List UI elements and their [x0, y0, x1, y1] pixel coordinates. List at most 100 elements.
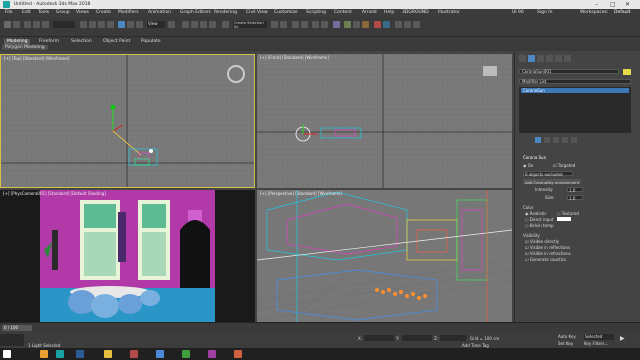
undo-icon[interactable]: [4, 21, 11, 28]
link-icon[interactable]: [24, 21, 31, 28]
pivot-icon[interactable]: [168, 21, 175, 28]
workspace-dropdown[interactable]: Default: [614, 10, 630, 15]
remove-modifier-icon[interactable]: [562, 137, 568, 143]
material-editor-icon[interactable]: [333, 21, 340, 28]
key-filters-button[interactable]: Key Filters...: [584, 341, 608, 346]
tab-object-paint[interactable]: Object Paint: [100, 39, 133, 45]
menu-edit[interactable]: Edit: [22, 10, 31, 15]
schematic-view-icon[interactable]: [321, 21, 328, 28]
menu-graph-editors[interactable]: Graph Editors: [180, 10, 211, 15]
spinner-snap-icon[interactable]: [209, 21, 216, 28]
stack-item-coronasun[interactable]: CoronaSun: [521, 88, 629, 93]
menu-modifiers[interactable]: Modifiers: [118, 10, 139, 15]
menu-scripting[interactable]: Scripting: [306, 10, 326, 15]
rollout-title[interactable]: Corona Sun: [523, 155, 546, 160]
menu-3dground[interactable]: 3DGROUND: [402, 10, 429, 15]
vray-icon[interactable]: [383, 21, 390, 28]
color-textured-radio[interactable]: ○ Textured: [557, 211, 579, 216]
configure-sets-icon[interactable]: [571, 137, 577, 143]
generate-caustics-checkbox[interactable]: ☐ Generate caustics: [525, 257, 566, 262]
start-icon[interactable]: [3, 350, 11, 358]
viewcube-icon[interactable]: [483, 66, 497, 76]
y-coord-field[interactable]: [402, 335, 432, 341]
viewport-label[interactable]: [+] [Front] [Standard] [Wireframe]: [260, 55, 329, 60]
viewport-label[interactable]: [+] [Top] [Standard] [Wireframe]: [4, 56, 69, 61]
render-production-icon[interactable]: [362, 21, 369, 28]
visible-refractions-checkbox[interactable]: ☑ Visible in refractions: [525, 251, 571, 256]
on-radio[interactable]: ◉ On: [523, 163, 533, 168]
motion-tab-icon[interactable]: [546, 55, 553, 62]
maxscript-listener[interactable]: [0, 334, 24, 346]
set-key-button[interactable]: Set Key: [558, 341, 573, 346]
rendered-frame-icon[interactable]: [353, 21, 360, 28]
sign-in-button[interactable]: Sign In: [537, 10, 552, 15]
menu-illustrator[interactable]: Illustrator: [438, 10, 460, 15]
menu-civil-view[interactable]: Civil View: [246, 10, 268, 15]
viewport-camera[interactable]: [+] [PhysCamera001] [Standard] [Default …: [0, 190, 255, 322]
visible-reflections-checkbox[interactable]: ☑ Visible in reflections: [525, 245, 570, 250]
bind-space-warp-icon[interactable]: [42, 21, 49, 28]
menu-file[interactable]: File: [5, 10, 13, 15]
timeline[interactable]: 0 / 100: [0, 322, 640, 332]
tab-selection[interactable]: Selection: [68, 39, 95, 45]
menu-rendering[interactable]: Rendering: [214, 10, 237, 15]
corona-task-icon[interactable]: [130, 350, 138, 358]
make-unique-icon[interactable]: [553, 137, 559, 143]
show-end-result-icon[interactable]: [544, 137, 550, 143]
app-task-icon[interactable]: [156, 350, 164, 358]
rotate-icon[interactable]: [127, 21, 134, 28]
direct-color-swatch[interactable]: [557, 217, 571, 221]
viewport-top[interactable]: [+] [Top] [Standard] [Wireframe]: [0, 54, 255, 188]
curve-editor-icon[interactable]: [312, 21, 319, 28]
maximize-button[interactable]: □: [610, 1, 616, 8]
menu-content[interactable]: Content: [334, 10, 352, 15]
intensity-spinner[interactable]: 1.0: [567, 187, 583, 193]
z-coord-field[interactable]: [440, 335, 466, 341]
create-tab-icon[interactable]: [519, 55, 526, 62]
display-tab-icon[interactable]: [555, 55, 562, 62]
app-task-icon[interactable]: [182, 350, 190, 358]
uv-icon[interactable]: [404, 21, 411, 28]
menu-help[interactable]: Help: [384, 10, 394, 15]
mapping-icon[interactable]: [413, 21, 420, 28]
render-setup-icon[interactable]: [344, 21, 351, 28]
angle-snap-icon[interactable]: [191, 21, 198, 28]
color-realistic-radio[interactable]: ◉ Realistic: [525, 211, 546, 216]
toggle-ribbon-icon[interactable]: [301, 21, 308, 28]
snaps-toggle-icon[interactable]: [182, 21, 189, 28]
window-crossing-icon[interactable]: [107, 21, 114, 28]
align-icon[interactable]: [280, 21, 287, 28]
add-sky-environment-button[interactable]: Add CoronaSky environment: [523, 179, 581, 185]
photoshop-icon[interactable]: [76, 350, 84, 358]
create-selection-set-dropdown[interactable]: Create Selection Se: [233, 21, 267, 29]
menu-group[interactable]: Group: [56, 10, 70, 15]
hierarchy-tab-icon[interactable]: [537, 55, 544, 62]
edit-named-selection-icon[interactable]: [222, 21, 229, 28]
menu-tools[interactable]: Tools: [38, 10, 49, 15]
color-kelvin-radio[interactable]: ○ Kelvin temp: [525, 223, 554, 228]
move-icon[interactable]: [118, 21, 125, 28]
explorer-icon[interactable]: [104, 350, 112, 358]
redo-icon[interactable]: [13, 21, 20, 28]
color-direct-radio[interactable]: ○ Direct input: [525, 217, 553, 222]
mirror-icon[interactable]: [271, 21, 278, 28]
object-color-swatch[interactable]: [623, 69, 631, 75]
menu-arnold[interactable]: Arnold: [362, 10, 377, 15]
size-spinner[interactable]: 1.0: [567, 195, 583, 201]
app-task-icon[interactable]: [208, 350, 216, 358]
reference-coord-dropdown[interactable]: View: [147, 21, 165, 28]
viewport-front[interactable]: [+] [Front] [Standard] [Wireframe]: [257, 54, 512, 188]
menu-create[interactable]: Create: [96, 10, 111, 15]
modify-tab-icon[interactable]: [528, 55, 535, 62]
play-button[interactable]: ▶: [620, 335, 625, 342]
auto-key-button[interactable]: Auto Key: [558, 334, 576, 339]
selection-filter-dropdown[interactable]: [53, 21, 75, 28]
scale-icon[interactable]: [136, 21, 143, 28]
menu-animation[interactable]: Animation: [148, 10, 171, 15]
select-by-name-icon[interactable]: [89, 21, 96, 28]
key-mode-dropdown[interactable]: Selected: [584, 334, 614, 340]
tab-populate[interactable]: Populate: [138, 39, 164, 45]
viewport-label[interactable]: [+] [Perspective] [Standard] [Wireframe]: [260, 191, 342, 196]
script-icon[interactable]: [395, 21, 402, 28]
menu-customize[interactable]: Customize: [274, 10, 298, 15]
